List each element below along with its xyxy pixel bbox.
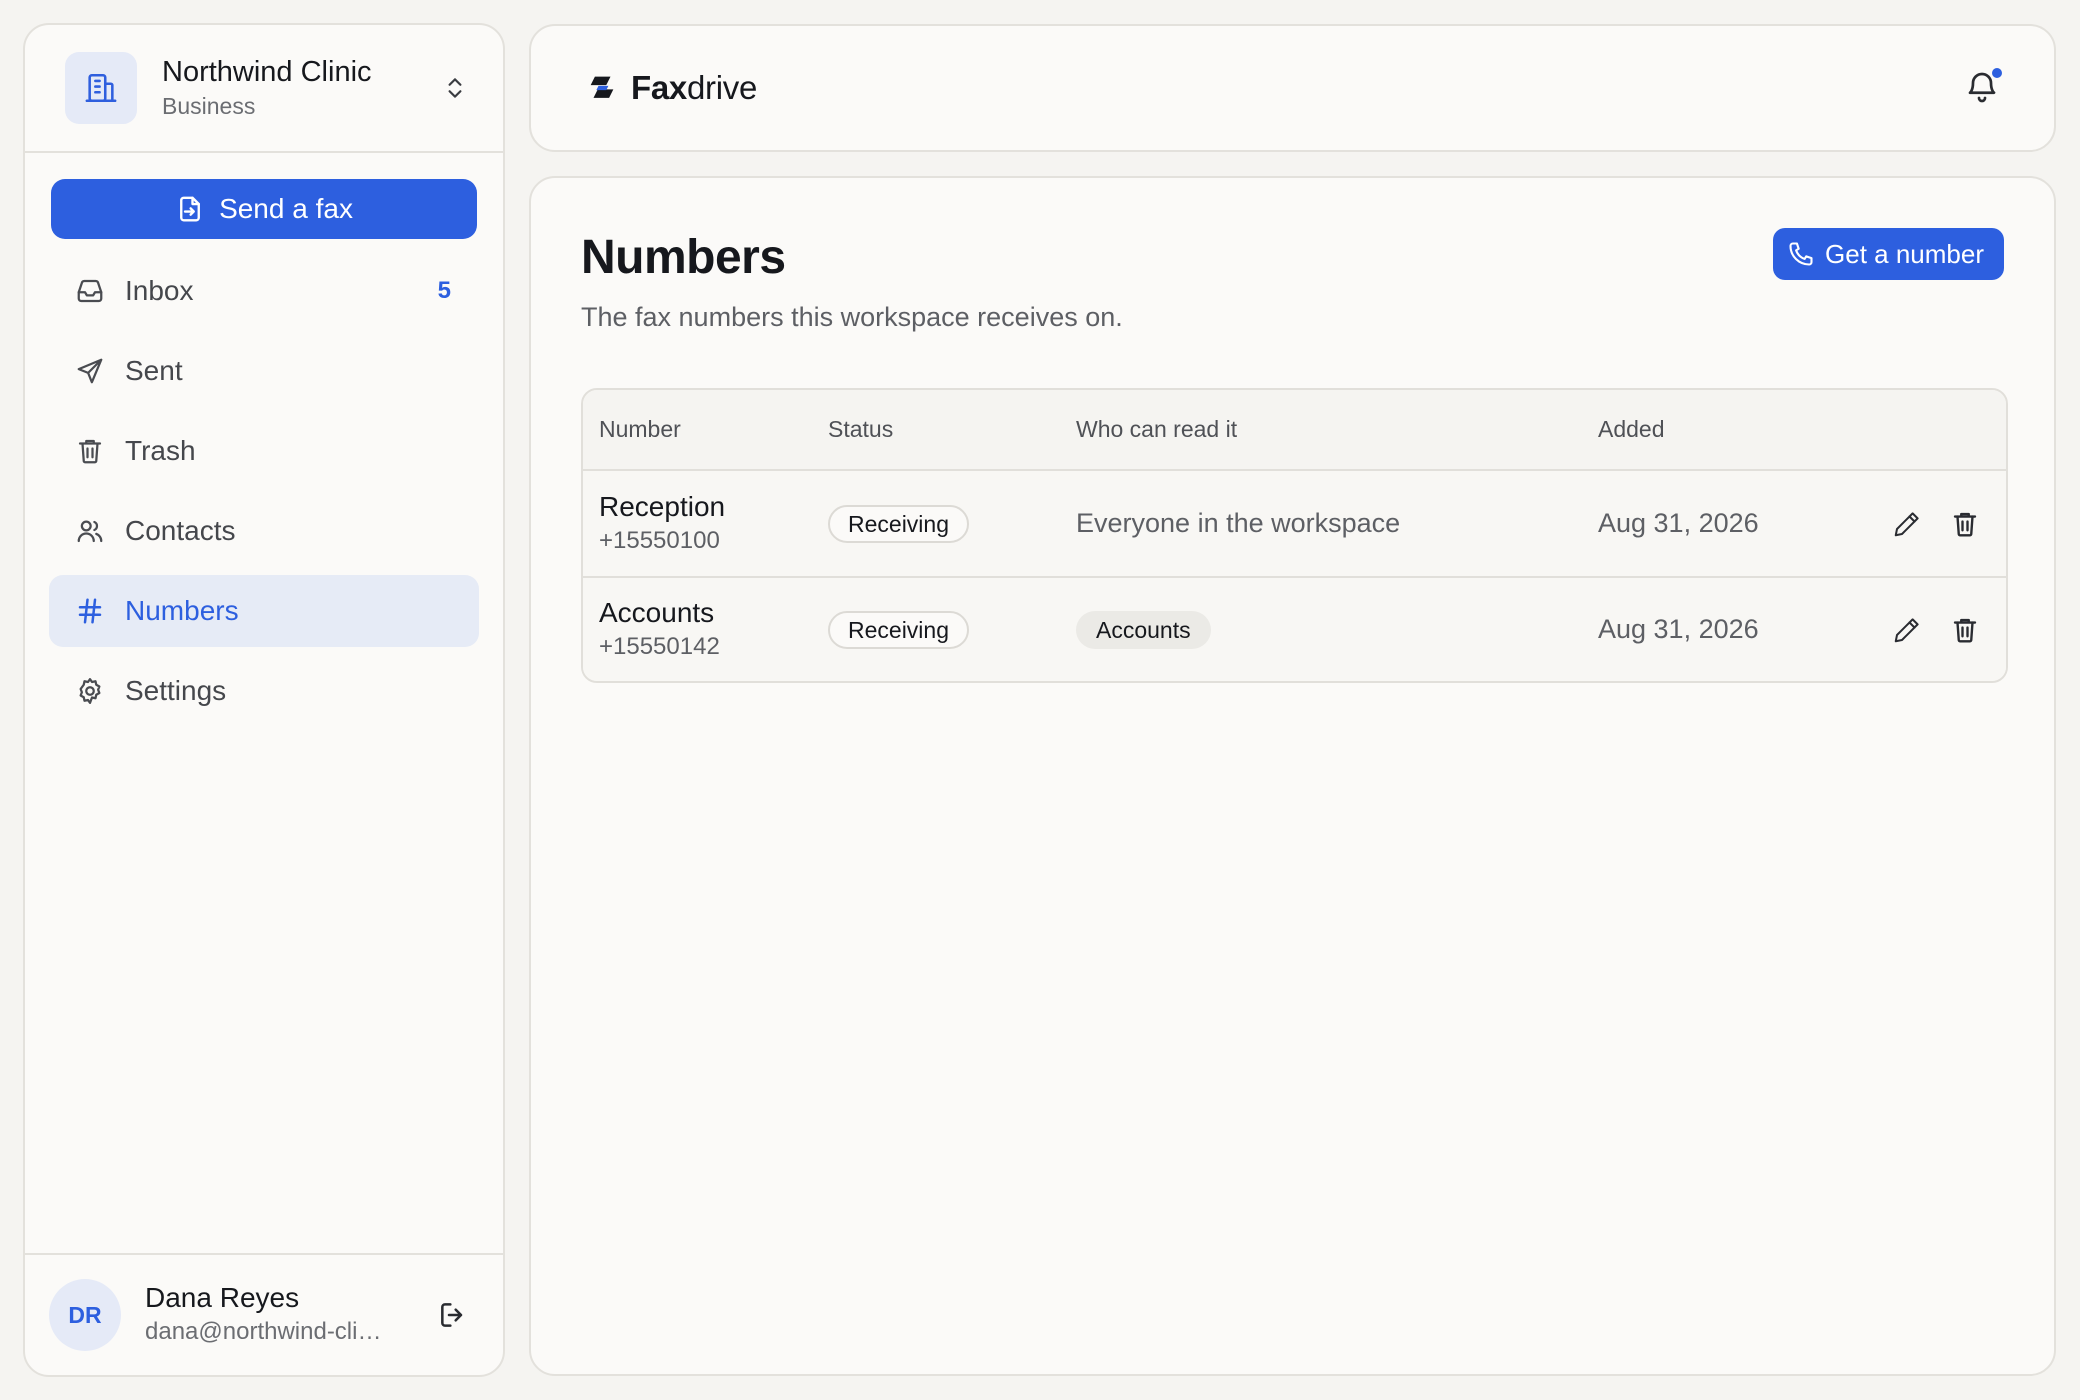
sidebar-item-inbox[interactable]: Inbox 5	[49, 255, 479, 327]
user-profile: DR Dana Reyes dana@northwind-cli…	[25, 1253, 503, 1375]
sidebar-item-label: Contacts	[125, 515, 236, 546]
access-text: Everyone in the workspace	[1076, 508, 1401, 538]
column-header-status: Status	[828, 416, 894, 442]
sidebar-item-settings[interactable]: Settings	[49, 655, 479, 727]
sidebar-item-label: Numbers	[125, 595, 239, 626]
bell-icon[interactable]	[1964, 66, 2004, 108]
sidebar-item-contacts[interactable]: Contacts	[49, 495, 479, 567]
sidebar-item-trash[interactable]: Trash	[49, 415, 479, 487]
send-fax-button[interactable]: Send a fax	[51, 179, 477, 239]
column-header-access: Who can read it	[1076, 416, 1238, 442]
faxdrive-logo-icon	[585, 71, 619, 105]
users-icon	[73, 514, 107, 548]
sidebar-item-label: Trash	[125, 435, 196, 466]
inbox-icon	[73, 274, 107, 308]
fax-number: +15550142	[599, 632, 720, 660]
sidebar-item-label: Settings	[125, 675, 227, 706]
access-tag: Accounts	[1076, 610, 1211, 649]
file-send-icon	[175, 194, 205, 224]
column-header-added: Added	[1598, 416, 1665, 442]
page-subtitle: The fax numbers this workspace receives …	[581, 302, 1123, 332]
brand-name-bold: Fax	[631, 69, 687, 106]
top-bar: Faxdrive	[529, 24, 2056, 152]
pencil-icon[interactable]	[1890, 507, 1924, 541]
gear-icon	[73, 674, 107, 708]
sidebar-item-numbers[interactable]: Numbers	[49, 575, 479, 647]
chevron-up-down-icon[interactable]	[435, 68, 475, 108]
main-panel: Numbers The fax numbers this workspace r…	[529, 176, 2056, 1376]
column-header-number: Number	[599, 416, 681, 442]
hash-icon	[73, 594, 107, 628]
main-nav: Inbox 5 Sent Trash Contacts Numbers Sett…	[25, 239, 503, 1253]
workspace-plan: Business	[162, 93, 256, 119]
building-icon	[65, 52, 137, 124]
get-number-button[interactable]: Get a number	[1773, 228, 2004, 280]
notification-dot	[1990, 66, 2004, 80]
number-name: Reception	[599, 490, 726, 522]
send-fax-label: Send a fax	[219, 193, 353, 224]
user-name: Dana Reyes	[145, 1282, 300, 1313]
sidebar: Northwind Clinic Business Send a fax Inb…	[23, 23, 505, 1377]
number-name: Accounts	[599, 596, 715, 628]
fax-number: +15550100	[599, 526, 720, 554]
status-badge: Receiving	[828, 504, 969, 543]
brand-name-rest: drive	[686, 69, 757, 106]
table-row[interactable]: Accounts +15550142 Receiving Accounts Au…	[583, 576, 2006, 681]
workspace-name: Northwind Clinic	[162, 56, 372, 88]
table-row[interactable]: Reception +15550100 Receiving Everyone i…	[583, 471, 2006, 576]
added-date: Aug 31, 2026	[1598, 508, 1759, 538]
table-header: Number Status Who can read it Added	[583, 390, 2006, 471]
phone-icon	[1787, 240, 1815, 268]
page-title: Numbers	[581, 231, 786, 284]
avatar[interactable]: DR	[49, 1279, 121, 1351]
sidebar-item-label: Sent	[125, 355, 183, 386]
trash-icon	[73, 434, 107, 468]
send-icon	[73, 354, 107, 388]
added-date: Aug 31, 2026	[1598, 614, 1759, 644]
sidebar-item-sent[interactable]: Sent	[49, 335, 479, 407]
trash-icon[interactable]	[1948, 613, 1982, 647]
user-email: dana@northwind-cli…	[145, 1318, 382, 1345]
status-badge: Receiving	[828, 610, 969, 649]
unread-count-badge: 5	[437, 277, 451, 304]
workspace-switcher[interactable]: Northwind Clinic Business	[25, 25, 503, 153]
trash-icon[interactable]	[1948, 507, 1982, 541]
pencil-icon[interactable]	[1890, 613, 1924, 647]
brand-logo[interactable]: Faxdrive	[585, 69, 1964, 107]
sidebar-item-label: Inbox	[125, 275, 194, 306]
numbers-table: Number Status Who can read it Added Rece…	[581, 388, 2008, 683]
logout-icon[interactable]	[433, 1295, 473, 1335]
get-number-label: Get a number	[1825, 238, 1984, 269]
